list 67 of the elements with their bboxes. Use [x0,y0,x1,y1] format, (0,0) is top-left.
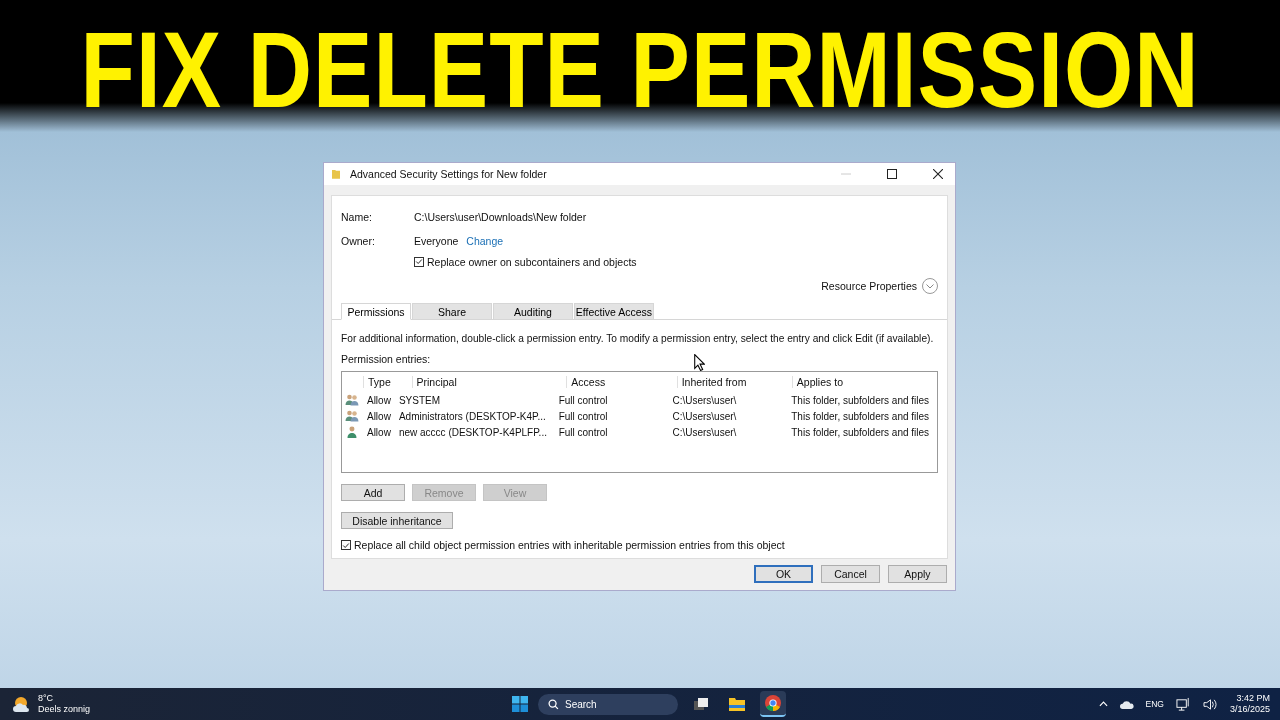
language-indicator[interactable]: ENG [1145,699,1164,709]
owner-value: Everyone [414,234,459,247]
users-icon [345,394,359,406]
tab[interactable]: Share [412,303,492,320]
table-cell-text: Allow [365,410,392,422]
maximize-icon[interactable] [887,169,897,179]
clock-date[interactable]: 3/16/2025 [1229,704,1270,715]
column-header[interactable]: Access [566,376,677,388]
chevron-down-icon[interactable] [922,278,938,294]
column-header[interactable]: Applies to [791,376,937,388]
banner-title: FIX DELETE PERMISSION [80,10,1200,130]
weather-temperature: 8°C [38,693,55,704]
name-value: C:\Users\user\Downloads\New folder [414,210,587,223]
table-cell-text: Allow [365,426,392,438]
user-icon [345,426,359,438]
table-cell-text: C:\Users\user\ [671,426,738,438]
folder-icon [332,169,340,179]
close-icon[interactable] [933,169,943,179]
table-cell-text: C:\Users\user\ [671,394,738,406]
weather-description: Deels zonnig [38,704,91,715]
tab[interactable]: Effective Access [574,303,654,320]
table-cell-text: Administrators (DESKTOP-K4P... [397,410,547,422]
chevron-up-icon[interactable] [1098,701,1108,707]
field-label: Name: [341,210,373,223]
search-icon [548,698,559,710]
info-text: For additional information, double-click a permission entry. To modify a permission entry, select the entry and click Edit (if available). [341,333,935,344]
table-cell-text: Allow [365,394,392,406]
table-cell-text: SYSTEM [397,394,442,406]
table-cell-text: This folder, subfolders and files [790,426,931,438]
resource-properties-label: Resource Properties [821,280,917,292]
speaker-icon[interactable] [1202,697,1218,711]
start-icon[interactable] [512,696,528,712]
dialog-button[interactable]: Cancel [821,565,880,583]
disable-inheritance-button[interactable]: Disable inheritance [341,512,453,529]
users-icon [345,410,359,422]
table-cell-text: new acccc (DESKTOP-K4PLFP... [397,426,548,438]
clock-time[interactable]: 3:42 PM [1236,693,1270,704]
checkbox[interactable] [414,256,424,267]
browser-icon [765,695,781,711]
checkbox[interactable] [341,540,351,550]
table-cell-text: C:\Users\user\ [671,410,738,422]
table-cell-text: Full control [557,426,609,438]
table-cell-text: Full control [557,410,609,422]
field-label: Owner: [341,234,376,247]
entry-button[interactable]: Add [341,484,405,501]
weather-icon[interactable] [12,695,32,713]
network-icon[interactable] [1175,696,1191,712]
table-cell-text: Full control [557,394,609,406]
column-header[interactable]: Inherited from [676,376,792,388]
checkbox-label: Replace owner on subcontainers and objects [427,255,637,268]
permission-entries-label: Permission entries: [341,353,431,365]
checkbox-label: Replace all child object permission entries with inheritable permission entries from this object [354,539,785,551]
dialog-button[interactable]: Apply [888,565,947,583]
table-cell-text: This folder, subfolders and files [790,394,931,406]
taskbar-app[interactable] [760,691,786,717]
column-header[interactable]: Principal [411,376,567,388]
cursor-icon [694,354,705,371]
change-link[interactable]: Change [466,234,504,247]
folder-icon [729,696,745,712]
tab[interactable]: Permissions [341,303,411,320]
column-header[interactable]: Type [363,376,412,388]
table-cell-text: This folder, subfolders and files [790,410,931,422]
search-field[interactable]: Search [538,693,678,715]
dialog-button[interactable]: OK [754,565,813,583]
cloud-icon[interactable] [1119,699,1134,709]
tab[interactable]: Auditing [493,303,573,320]
window-title: Advanced Security Settings for New folder [350,168,547,180]
